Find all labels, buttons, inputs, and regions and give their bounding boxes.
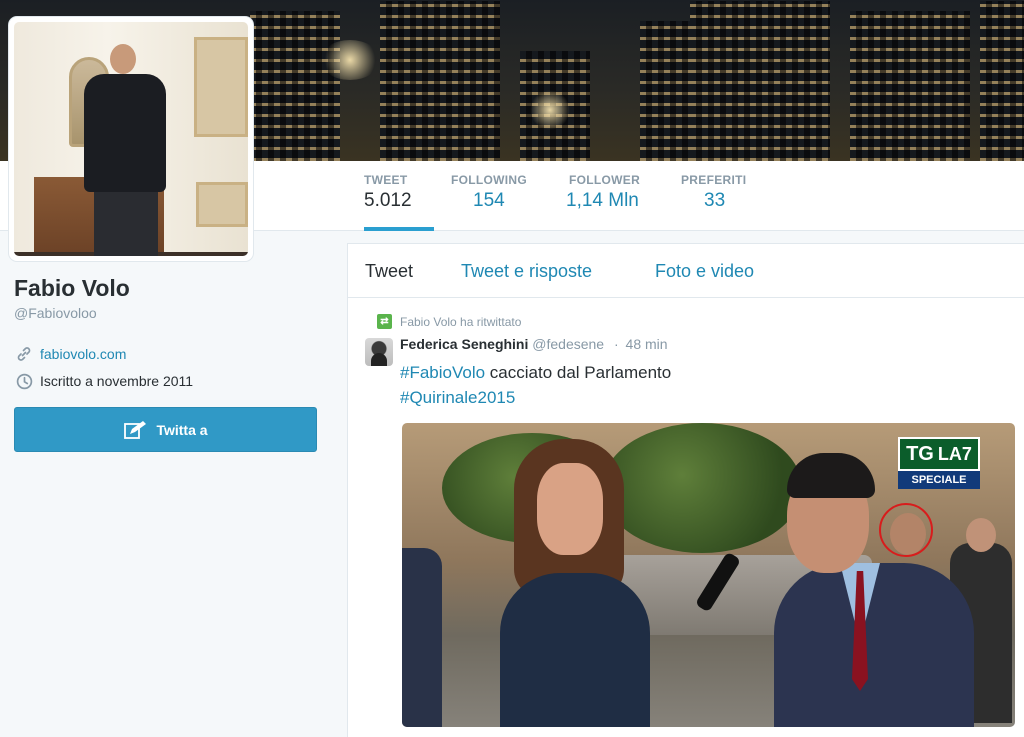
stat-following[interactable]: FOLLOWING 154 [451, 173, 536, 231]
stat-value: 33 [704, 190, 726, 211]
tweet-to-label: Twitta a [156, 421, 208, 438]
tweet-media-photo[interactable]: TG LA7 SPECIALE [402, 423, 1015, 727]
tweet-author-name[interactable]: Federica Seneghini [400, 336, 528, 352]
tweet-to-button[interactable]: Twitta a [14, 407, 317, 452]
media-man-body [774, 563, 974, 727]
highlight-circle [879, 503, 933, 557]
avatar-wall-panel [196, 182, 248, 227]
profile-joined: Iscritto a novembre 2011 [14, 371, 193, 391]
tv-channel-logo: TG LA7 SPECIALE [898, 437, 980, 493]
compose-icon [124, 420, 147, 439]
logo-tg: TG [906, 442, 934, 465]
stat-label: TWEET [364, 173, 408, 187]
stat-label: FOLLOWER [569, 173, 641, 187]
stat-label: FOLLOWING [451, 173, 528, 187]
avatar-person-body [84, 74, 166, 192]
profile-avatar[interactable] [9, 17, 253, 261]
media-woman-body [500, 573, 650, 727]
logo-top: TG LA7 [898, 437, 980, 471]
link-icon [14, 344, 34, 364]
hashtag-link[interactable]: #FabioVolo [400, 363, 485, 382]
tweet-body: cacciato dal Parlamento [485, 363, 672, 382]
banner-building [980, 1, 1024, 161]
banner-building [850, 11, 970, 161]
tweet-timestamp[interactable]: 48 min [626, 336, 668, 352]
profile-handle[interactable]: @Fabiovoloo [14, 305, 97, 321]
clock-icon [14, 371, 34, 391]
tweet-separator: · [613, 336, 619, 352]
tweet-text: #FabioVolo cacciato dal Parlamento #Quir… [400, 360, 671, 410]
stat-value: 154 [473, 190, 505, 211]
hashtag-link[interactable]: #Quirinale2015 [400, 388, 515, 407]
banner-light [530, 90, 570, 130]
media-woman-face [537, 463, 603, 555]
stat-followers[interactable]: FOLLOWER 1,14 Mln [566, 173, 651, 231]
stat-value: 5.012 [364, 190, 412, 211]
banner-building [690, 1, 830, 161]
avatar-person-legs [94, 188, 158, 256]
tweet-header: Federica Seneghini @fedesene · 48 min [400, 336, 668, 352]
timeline-tabs: Tweet Tweet e risposte Foto e video [348, 244, 1024, 298]
stat-value: 1,14 Mln [566, 190, 639, 211]
stat-tweets[interactable]: TWEET 5.012 [364, 173, 434, 231]
media-person-head [966, 518, 996, 552]
banner-building [380, 1, 500, 161]
logo-la7: LA7 [937, 443, 972, 464]
logo-speciale: SPECIALE [898, 471, 980, 489]
banner-building [250, 11, 340, 161]
media-bush [602, 423, 802, 553]
profile-name[interactable]: Fabio Volo [14, 275, 130, 302]
media-man-hair [787, 453, 875, 498]
tab-tweets-replies[interactable]: Tweet e risposte [461, 261, 592, 282]
avatar-photo [14, 22, 248, 256]
stat-favorites[interactable]: PREFERITI 33 [681, 173, 756, 231]
media-person [402, 548, 442, 727]
stat-label: PREFERITI [681, 173, 747, 187]
profile-website[interactable]: fabiovolo.com [14, 344, 126, 364]
avatar-person-head [110, 44, 136, 74]
retweet-context-text[interactable]: Fabio Volo ha ritwittato [400, 315, 521, 329]
joined-date: Iscritto a novembre 2011 [40, 373, 194, 389]
tweet-author-avatar[interactable] [365, 338, 393, 366]
retweet-icon: ⇄ [377, 314, 392, 329]
timeline-card: Tweet Tweet e risposte Foto e video ⇄ Fa… [347, 243, 1024, 737]
retweet-context: ⇄ Fabio Volo ha ritwittato [377, 314, 521, 329]
website-link[interactable]: fabiovolo.com [40, 346, 126, 362]
banner-light [320, 40, 380, 80]
tab-photos-videos[interactable]: Foto e video [655, 261, 754, 282]
avatar-wall-panel [194, 37, 248, 137]
tab-tweets[interactable]: Tweet [365, 261, 413, 282]
tweet-author-handle[interactable]: @fedesene [532, 336, 604, 352]
